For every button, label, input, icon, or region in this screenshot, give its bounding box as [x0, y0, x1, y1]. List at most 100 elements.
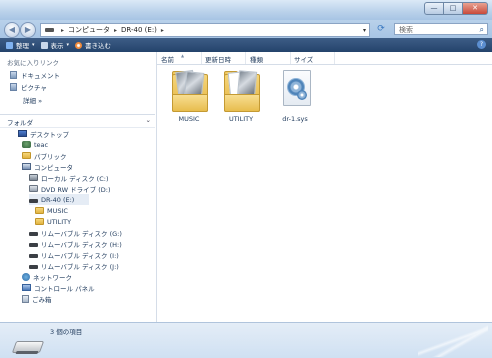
tree-item-label: ネットワーク: [33, 273, 72, 282]
folder-icon: [221, 68, 261, 112]
favorite-pictures[interactable]: ピクチャ: [10, 81, 60, 93]
favorite-label: ピクチャ: [21, 84, 47, 92]
file-item-utility[interactable]: UTILITY: [213, 68, 269, 123]
folder-icon: [22, 152, 31, 159]
file-name: dr-1.sys: [282, 115, 308, 123]
views-label: 表示: [50, 42, 64, 50]
tree-item-removable-i[interactable]: リムーバブル ディスク (I:): [29, 249, 119, 260]
sort-arrow-icon: ▲: [181, 53, 185, 58]
column-divider[interactable]: [201, 52, 202, 64]
tree-item-computer[interactable]: コンピュータ: [22, 161, 73, 172]
computer-icon: [22, 163, 31, 170]
user-icon: [22, 141, 31, 148]
address-dropdown-icon[interactable]: ▾: [363, 27, 366, 34]
explorer-window: — □ ✕ ◀ ▶ ▸ コンピュータ ▸ DR-40 (E:) ▸ ▾ ⟳ 検索…: [0, 0, 492, 358]
tree-item-network[interactable]: ネットワーク: [22, 271, 72, 282]
favorite-label: ドキュメント: [21, 72, 60, 80]
tree-item-label: teac: [34, 140, 49, 149]
tree-item-label: リムーバブル ディスク (G:): [41, 229, 122, 238]
folder-icon: [35, 207, 44, 214]
favorite-documents[interactable]: ドキュメント: [10, 69, 60, 81]
tree-item-desktop[interactable]: デスクトップ: [18, 128, 69, 139]
breadcrumb-separator-icon[interactable]: ▸: [61, 27, 64, 34]
refresh-icon[interactable]: ⟳: [374, 23, 388, 35]
tree-item-removable-h[interactable]: リムーバブル ディスク (H:): [29, 238, 122, 249]
window-controls: — □ ✕: [424, 2, 488, 15]
maximize-button[interactable]: □: [444, 2, 463, 15]
column-size[interactable]: サイズ: [294, 54, 313, 64]
search-input[interactable]: 検索 ⌕: [394, 23, 488, 35]
breadcrumb-separator-icon[interactable]: ▸: [114, 27, 117, 34]
command-bar: 整理 ▾ 表示 ▾ 書き込む ?: [0, 38, 492, 52]
forward-arrow-icon: ▶: [24, 25, 32, 34]
gear-icon: [297, 90, 307, 100]
tree-item-removable-j[interactable]: リムーバブル ディスク (J:): [29, 260, 119, 271]
column-modified[interactable]: 更新日時: [205, 54, 231, 64]
control-panel-icon: [22, 284, 31, 291]
forward-button[interactable]: ▶: [20, 22, 36, 38]
column-divider[interactable]: [334, 52, 335, 64]
hdd-icon: [29, 174, 38, 181]
removable-drive-icon: [29, 253, 38, 258]
more-links[interactable]: 詳細 »: [23, 95, 42, 105]
organize-label: 整理: [16, 42, 29, 50]
tree-item-label: リムーバブル ディスク (I:): [41, 251, 119, 260]
tree-item-utility[interactable]: UTILITY: [35, 216, 71, 227]
item-count: 3 個の項目: [50, 328, 83, 336]
column-name[interactable]: 名前 ▲: [161, 53, 184, 64]
tree-item-label: リムーバブル ディスク (J:): [41, 262, 119, 271]
tree-item-label: コンピュータ: [34, 163, 73, 172]
desktop-icon: [18, 130, 27, 137]
tree-item-label: ごみ箱: [32, 295, 52, 304]
tree-item-music[interactable]: MUSIC: [35, 205, 68, 216]
drive-icon: [45, 28, 54, 32]
file-list-pane: 名前 ▲ 更新日時 種類 サイズ MUSIC UTILITY dr-1.sys: [157, 52, 492, 322]
column-divider[interactable]: [245, 52, 246, 64]
tree-item-teac[interactable]: teac: [22, 139, 48, 150]
organize-button[interactable]: 整理 ▾: [6, 40, 35, 50]
file-name: MUSIC: [178, 115, 200, 123]
column-type[interactable]: 種類: [250, 54, 263, 64]
tree-item-public[interactable]: パブリック: [22, 150, 67, 161]
tree-item-label: DVD RW ドライブ (D:): [41, 185, 111, 194]
minimize-button[interactable]: —: [424, 2, 444, 15]
search-icon[interactable]: ⌕: [480, 24, 484, 36]
breadcrumb-computer[interactable]: コンピュータ: [68, 25, 110, 35]
views-button[interactable]: 表示 ▾: [40, 40, 69, 50]
tree-item-removable-g[interactable]: リムーバブル ディスク (G:): [29, 227, 122, 238]
pictures-icon: [10, 83, 17, 91]
tree-item-label: コントロール パネル: [34, 284, 95, 293]
tree-item-label: MUSIC: [47, 206, 68, 215]
close-button[interactable]: ✕: [463, 2, 488, 15]
column-divider[interactable]: [290, 52, 291, 64]
tree-item-local-disk-c[interactable]: ローカル ディスク (C:): [29, 172, 108, 183]
tree-item-control-panel[interactable]: コントロール パネル: [22, 282, 95, 293]
burn-button[interactable]: 書き込む: [75, 40, 111, 50]
address-row: ◀ ▶ ▸ コンピュータ ▸ DR-40 (E:) ▸ ▾ ⟳ 検索 ⌕: [0, 20, 492, 38]
burn-label: 書き込む: [85, 42, 112, 50]
tree-item-label: UTILITY: [47, 217, 72, 226]
tree-item-recycle-bin[interactable]: ごみ箱: [22, 293, 52, 304]
documents-icon: [10, 71, 17, 79]
breadcrumb-separator-icon[interactable]: ▸: [161, 27, 164, 34]
tree-item-dr40-e[interactable]: DR-40 (E:): [29, 194, 89, 205]
help-icon[interactable]: ?: [477, 40, 486, 49]
file-item-music[interactable]: MUSIC: [161, 68, 217, 123]
removable-drive-icon: [29, 231, 38, 236]
folders-header[interactable]: フォルダ ⌄: [0, 114, 155, 128]
tree-item-label: DR-40 (E:): [41, 195, 75, 204]
views-icon: [40, 41, 48, 49]
breadcrumb-drive[interactable]: DR-40 (E:): [121, 26, 157, 34]
back-button[interactable]: ◀: [4, 22, 20, 38]
tree-item-label: リムーバブル ディスク (H:): [41, 240, 122, 249]
removable-drive-icon: [29, 242, 38, 247]
details-pane: 3 個の項目: [0, 322, 492, 358]
file-item-dr1-sys[interactable]: dr-1.sys: [267, 68, 323, 123]
chevron-down-icon[interactable]: ⌄: [146, 116, 151, 124]
address-bar[interactable]: ▸ コンピュータ ▸ DR-40 (E:) ▸ ▾: [40, 23, 370, 37]
tree-item-label: デスクトップ: [30, 130, 69, 139]
dvd-icon: [29, 185, 38, 192]
search-placeholder: 検索: [399, 26, 413, 34]
tree-item-dvd-d[interactable]: DVD RW ドライブ (D:): [29, 183, 111, 194]
file-list: MUSIC UTILITY dr-1.sys: [157, 66, 492, 166]
